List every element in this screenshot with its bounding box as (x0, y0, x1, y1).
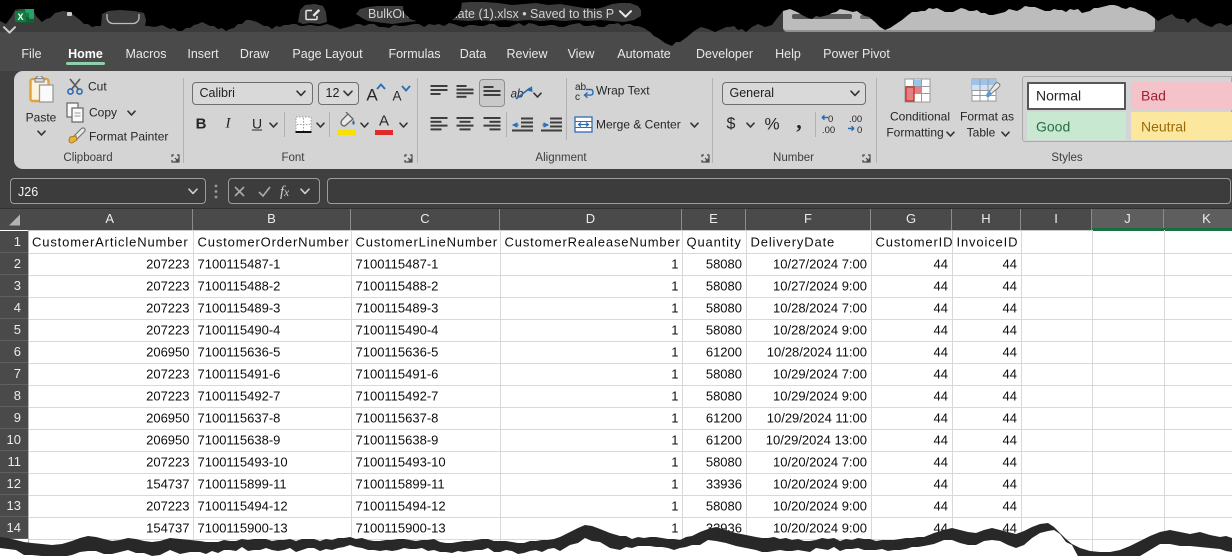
svg-text:.00: .00 (849, 114, 862, 125)
svg-text:0: 0 (828, 114, 833, 125)
svg-text:0: 0 (857, 125, 862, 136)
svg-text:c: c (575, 92, 580, 101)
svg-text:.00: .00 (822, 125, 835, 136)
